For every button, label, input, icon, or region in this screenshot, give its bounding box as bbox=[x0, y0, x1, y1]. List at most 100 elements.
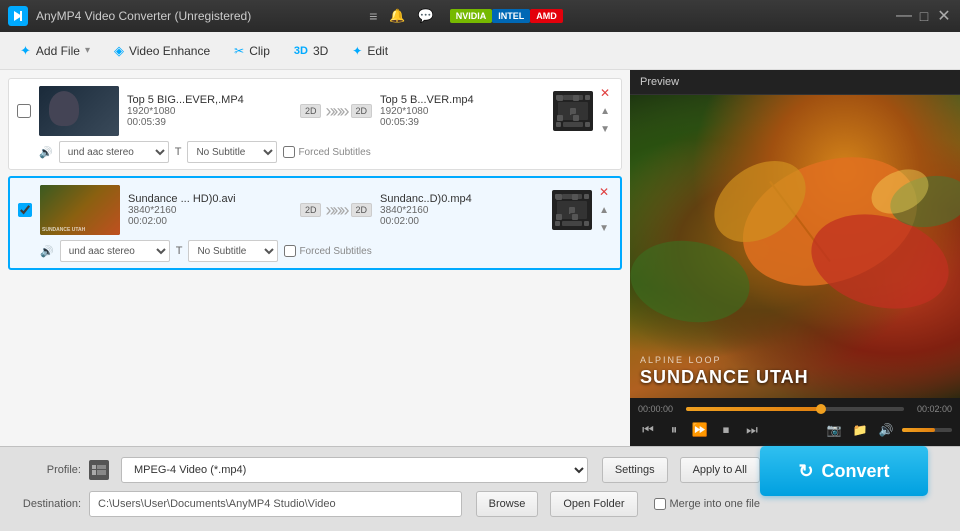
file-1-resolution: 1920*1080 bbox=[127, 106, 175, 117]
file-1-audio-select[interactable]: und aac stereo bbox=[59, 141, 169, 163]
file-1-bottom: 🔊 und aac stereo T No Subtitle Forced Su… bbox=[17, 141, 613, 163]
3d-icon: 3D bbox=[294, 45, 308, 57]
add-file-button[interactable]: ✦ Add File ▾ bbox=[10, 39, 100, 63]
3d-button[interactable]: 3D 3D bbox=[284, 40, 338, 62]
file-2-up-button[interactable]: ▲ bbox=[596, 202, 612, 218]
file-1-output-info: Top 5 B...VER.mp4 1920*1080 00:05:39 bbox=[380, 94, 545, 128]
file-2-audio-select[interactable]: und aac stereo bbox=[60, 240, 170, 262]
file-2-checkbox[interactable] bbox=[18, 203, 32, 217]
fast-forward-button[interactable]: ⏩ bbox=[690, 420, 710, 440]
clip-icon: ✂ bbox=[234, 44, 244, 58]
file-1-thumbnail bbox=[39, 86, 119, 136]
profile-row: Profile: MPEG-4 Video (*.mp4) Settings bbox=[16, 457, 760, 483]
progress-bar[interactable] bbox=[686, 407, 904, 411]
volume-bar[interactable] bbox=[902, 428, 952, 432]
open-folder-button[interactable]: Open Folder bbox=[550, 491, 637, 517]
file-2-subtitle-select[interactable]: No Subtitle bbox=[188, 240, 278, 262]
nvidia-badge: NVIDIA bbox=[450, 9, 493, 23]
file-2-output-resolution: 3840*2160 bbox=[380, 205, 428, 216]
file-2-name: Sundance ... HD)0.avi bbox=[128, 193, 292, 205]
screenshot-button[interactable]: 📷 bbox=[824, 420, 844, 440]
file-2-output-name: Sundanc..D)0.mp4 bbox=[380, 193, 544, 205]
preview-subtitle: ALPINE LOOP bbox=[640, 355, 950, 365]
file-1-close-button[interactable]: ✕ bbox=[597, 85, 613, 101]
skip-forward-button[interactable]: ⏭ bbox=[742, 420, 762, 440]
file-item-1-top: Top 5 BIG...EVER,.MP4 1920*1080 00:05:39… bbox=[17, 85, 613, 137]
edit-button[interactable]: ✦ Edit bbox=[342, 40, 398, 62]
main-content: Top 5 BIG...EVER,.MP4 1920*1080 00:05:39… bbox=[0, 70, 960, 446]
file-1-checkbox[interactable] bbox=[17, 104, 31, 118]
file-1-actions: ▶ ✕ ▲ ▼ bbox=[553, 85, 613, 137]
clip-button[interactable]: ✂ Clip bbox=[224, 40, 280, 62]
file-2-duration: 00:02:00 bbox=[128, 216, 167, 227]
file-1-subtitle-icon: T bbox=[175, 146, 182, 158]
volume-fill bbox=[902, 428, 935, 432]
stop-button[interactable]: ⏹ bbox=[716, 420, 736, 440]
play-button[interactable]: ⏸ bbox=[664, 420, 684, 440]
file-1-duration: 00:05:39 bbox=[127, 117, 166, 128]
browse-button[interactable]: Browse bbox=[476, 491, 539, 517]
close-button[interactable]: ✕ bbox=[936, 8, 952, 24]
profile-select[interactable]: MPEG-4 Video (*.mp4) bbox=[121, 457, 588, 483]
file-2-output-meta: 3840*2160 00:02:00 bbox=[380, 205, 544, 227]
arrow-icon-2: »»» bbox=[325, 200, 346, 221]
file-list-panel: Top 5 BIG...EVER,.MP4 1920*1080 00:05:39… bbox=[0, 70, 630, 446]
file-1-up-button[interactable]: ▲ bbox=[597, 103, 613, 119]
bottom-bar: Profile: MPEG-4 Video (*.mp4) Settings bbox=[0, 446, 960, 531]
video-enhance-icon: ◈ bbox=[114, 43, 124, 59]
settings-button[interactable]: Settings bbox=[602, 457, 668, 483]
3d-label: 3D bbox=[313, 44, 328, 58]
skip-back-button[interactable]: ⏮ bbox=[638, 420, 658, 440]
file-1-film-icon[interactable]: ▶ bbox=[553, 91, 593, 131]
file-1-output-name: Top 5 B...VER.mp4 bbox=[380, 94, 545, 106]
file-2-convert-badges: 2D »»» 2D bbox=[300, 200, 372, 221]
file-1-info: Top 5 BIG...EVER,.MP4 1920*1080 00:05:39 bbox=[127, 94, 292, 128]
edit-icon: ✦ bbox=[352, 44, 362, 58]
file-2-bottom: 🔊 und aac stereo T No Subtitle Forced Su… bbox=[18, 240, 612, 262]
minimize-button[interactable]: — bbox=[896, 8, 912, 24]
dest-input[interactable] bbox=[89, 491, 462, 517]
chat-icon[interactable]: 💬 bbox=[418, 8, 434, 24]
file-2-output-duration: 00:02:00 bbox=[380, 216, 419, 227]
gpu-badges: NVIDIA INTEL AMD bbox=[450, 9, 563, 23]
file-2-source-badge: 2D bbox=[300, 203, 322, 217]
file-2-film-icon[interactable]: ▶ bbox=[552, 190, 592, 230]
file-1-forced-checkbox[interactable] bbox=[283, 146, 295, 158]
bottom-area: Profile: MPEG-4 Video (*.mp4) Settings bbox=[16, 457, 944, 517]
file-item-1: Top 5 BIG...EVER,.MP4 1920*1080 00:05:39… bbox=[8, 78, 622, 170]
preview-panel: Preview bbox=[630, 70, 960, 446]
file-2-info: Sundance ... HD)0.avi 3840*2160 00:02:00 bbox=[128, 193, 292, 227]
convert-icon: ↻ bbox=[798, 461, 813, 482]
apply-all-button[interactable]: Apply to All bbox=[680, 457, 760, 483]
convert-button[interactable]: ↻ Convert bbox=[760, 446, 928, 496]
file-2-close-button[interactable]: ✕ bbox=[596, 184, 612, 200]
file-1-down-button[interactable]: ▼ bbox=[597, 121, 613, 137]
merge-label-container: Merge into one file bbox=[654, 498, 761, 510]
file-2-down-button[interactable]: ▼ bbox=[596, 220, 612, 236]
merge-checkbox[interactable] bbox=[654, 498, 666, 510]
bell-icon[interactable]: 🔔 bbox=[389, 8, 405, 24]
file-item-2: SUNDANCE UTAH Sundance ... HD)0.avi 3840… bbox=[8, 176, 622, 270]
file-2-thumbnail: SUNDANCE UTAH bbox=[40, 185, 120, 235]
progress-fill bbox=[686, 407, 821, 411]
maximize-button[interactable]: □ bbox=[916, 8, 932, 24]
menu-icon[interactable]: ≡ bbox=[369, 8, 377, 24]
video-enhance-button[interactable]: ◈ Video Enhance bbox=[104, 39, 220, 63]
arrow-icon: »»» bbox=[325, 101, 346, 122]
edit-label: Edit bbox=[367, 44, 388, 58]
file-1-subtitle-select[interactable]: No Subtitle bbox=[187, 141, 277, 163]
add-file-dropdown-icon[interactable]: ▾ bbox=[85, 45, 90, 56]
preview-title: SUNDANCE UTAH bbox=[640, 367, 950, 388]
amd-badge: AMD bbox=[530, 9, 563, 23]
app-icon bbox=[8, 6, 28, 26]
file-2-forced-checkbox[interactable] bbox=[284, 245, 296, 257]
time-current: 00:00:00 bbox=[638, 404, 680, 414]
file-2-forced-label: Forced Subtitles bbox=[299, 246, 371, 257]
progress-handle[interactable] bbox=[816, 404, 826, 414]
clip-label: Clip bbox=[249, 44, 270, 58]
dest-label: Destination: bbox=[16, 498, 81, 510]
file-1-forced-subs: Forced Subtitles bbox=[283, 146, 370, 158]
volume-icon[interactable]: 🔊 bbox=[876, 420, 896, 440]
file-1-source-badge: 2D bbox=[300, 104, 322, 118]
folder-button[interactable]: 📁 bbox=[850, 420, 870, 440]
